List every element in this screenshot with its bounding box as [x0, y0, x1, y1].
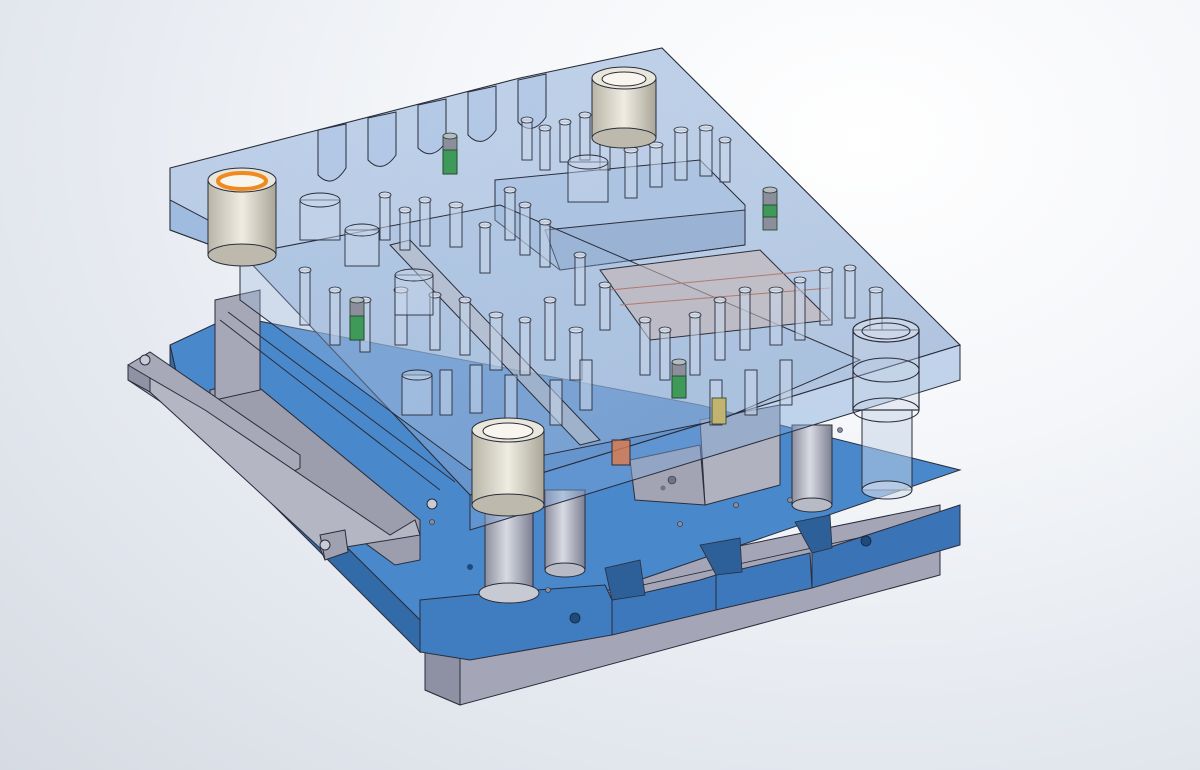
- guide-post-right[interactable]: [791, 424, 833, 513]
- die-assembly-model[interactable]: [0, 0, 1200, 770]
- guide-bushing-right-transparent[interactable]: [852, 317, 920, 423]
- guide-bushing-front[interactable]: [471, 417, 545, 517]
- guide-bushing-back[interactable]: [591, 66, 657, 149]
- cad-3d-viewport[interactable]: [0, 0, 1200, 770]
- guide-bushing-back-left[interactable]: [207, 167, 277, 267]
- guide-bushing-back-right[interactable]: [861, 409, 913, 500]
